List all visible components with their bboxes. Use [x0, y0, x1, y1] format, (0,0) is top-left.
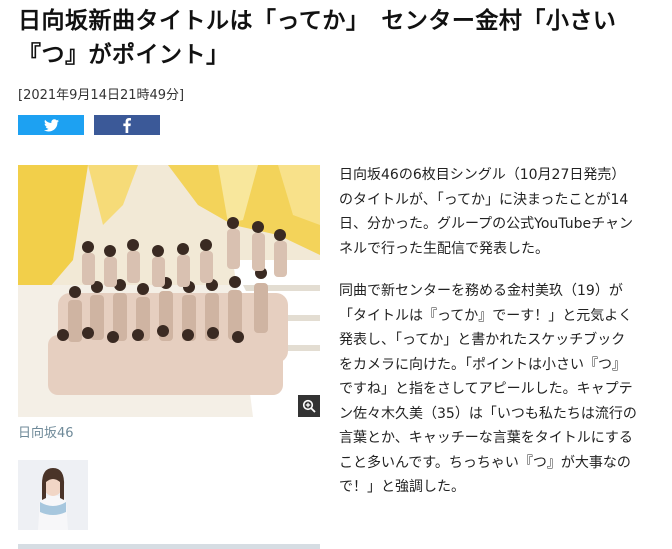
- publish-timestamp: [2021年9月14日21時49分]: [18, 88, 185, 103]
- thumbnail-photo[interactable]: [18, 460, 88, 530]
- group-photo-image: [18, 165, 320, 417]
- facebook-icon: [123, 117, 131, 133]
- zoom-button[interactable]: [298, 395, 320, 417]
- thumbnail-strip: [18, 544, 320, 549]
- article-paragraph: 同曲で新センターを務める金村美玖（19）が「タイトルは『ってか』でーす！」と元気…: [339, 283, 637, 495]
- facebook-share-button[interactable]: [94, 115, 160, 135]
- article-headline: 日向坂新曲タイトルは「ってか」 センター金村「小さい『つ』がポイント」: [18, 8, 617, 68]
- article-body: 日向坂46の6枚目シングル（10月27日発売）のタイトルが、「ってか」に決まった…: [339, 163, 639, 518]
- twitter-icon: [43, 118, 59, 131]
- article-paragraph: 日向坂46の6枚目シングル（10月27日発売）のタイトルが、「ってか」に決まった…: [339, 167, 633, 257]
- zoom-in-icon: [302, 399, 316, 413]
- article-photo[interactable]: [18, 165, 320, 417]
- portrait-thumbnail-image: [18, 460, 88, 530]
- photo-caption: 日向坂46: [18, 426, 74, 441]
- twitter-share-button[interactable]: [18, 115, 84, 135]
